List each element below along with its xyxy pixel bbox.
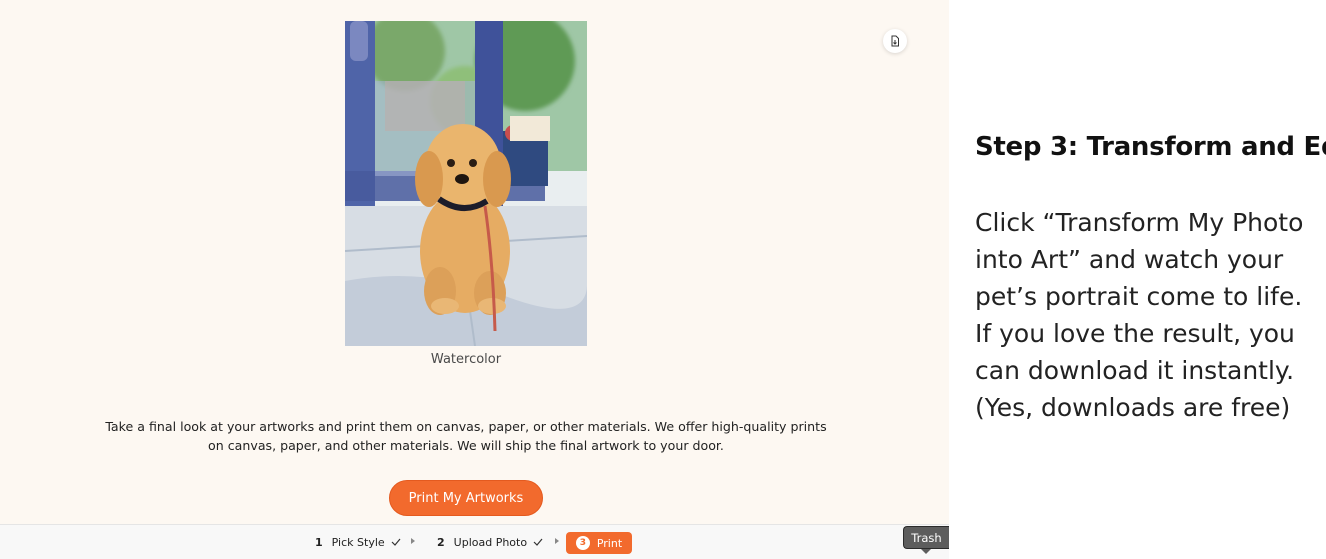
- print-description: Take a final look at your artworks and p…: [105, 419, 827, 453]
- step-label: Upload Photo: [453, 535, 528, 549]
- download-file-icon: [889, 32, 901, 51]
- step-print[interactable]: 3 Print: [566, 532, 632, 554]
- step-number: 3: [575, 536, 590, 550]
- step-arrow-icon: [411, 538, 415, 544]
- artwork-style-caption: Watercolor: [430, 352, 502, 367]
- step-number: 1: [315, 535, 323, 549]
- tutorial-body: Click “Transform My Photo into Art” and …: [975, 208, 1304, 422]
- step-arrow-icon: [555, 538, 559, 544]
- step-progress-bar: 1 Pick Style 2 Upload Photo 3 Print: [0, 524, 949, 559]
- print-my-artworks-button[interactable]: Print My Artworks: [389, 480, 543, 516]
- trash-tooltip: Trash: [903, 526, 949, 549]
- step-upload-photo[interactable]: 2 Upload Photo: [437, 525, 543, 559]
- step-number: 2: [437, 535, 445, 549]
- tooltip-arrow: [921, 549, 931, 554]
- artwork-image: [345, 21, 587, 346]
- artwork-preview-panel: Watercolor Take a final look at your art…: [0, 0, 949, 559]
- step-pick-style[interactable]: 1 Pick Style: [315, 525, 401, 559]
- step-label: Print: [596, 536, 623, 550]
- download-button[interactable]: [883, 29, 907, 53]
- tutorial-title: Step 3: Transform and Edit: [975, 132, 1326, 162]
- checkmark-icon: [533, 536, 543, 549]
- step-label: Pick Style: [331, 535, 385, 549]
- checkmark-icon: [391, 536, 401, 549]
